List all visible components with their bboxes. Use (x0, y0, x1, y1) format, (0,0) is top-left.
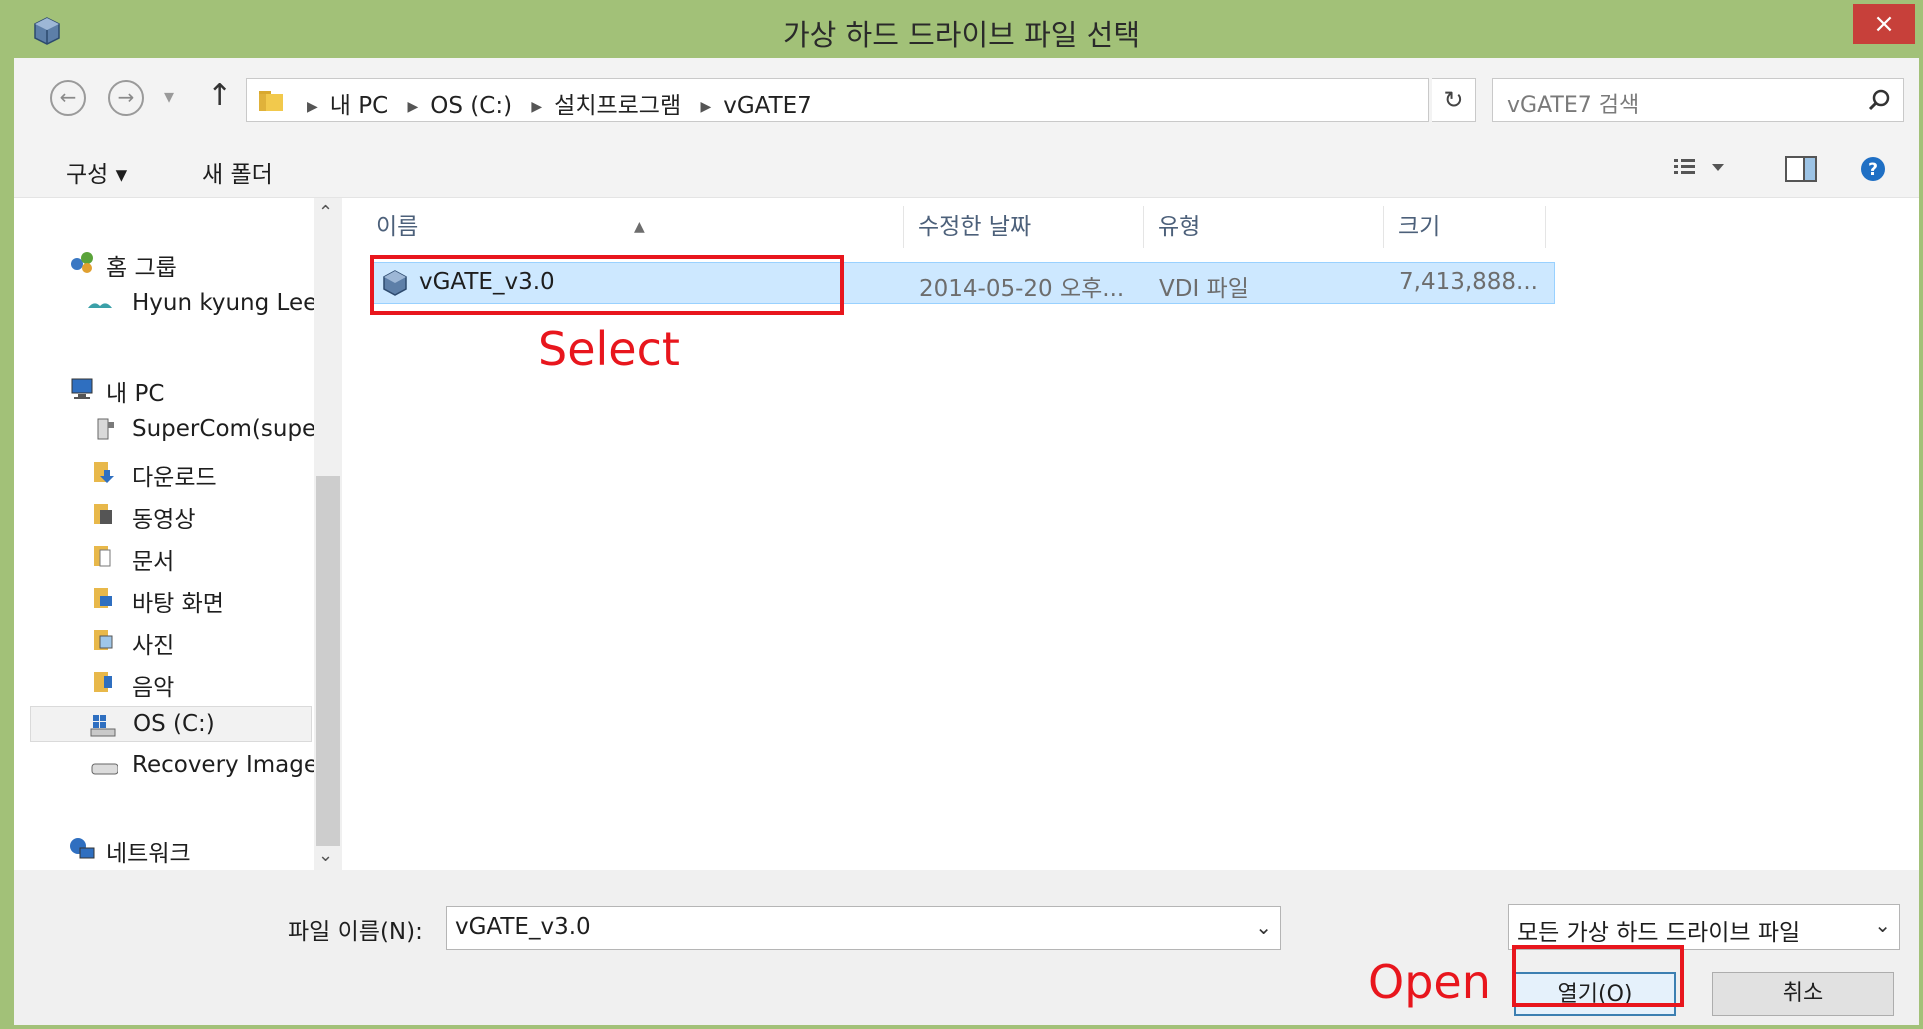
nav-item-network[interactable]: 네트워크 (14, 830, 314, 866)
sort-ascending-icon: ▲ (634, 219, 645, 235)
network-drive-icon (97, 418, 114, 440)
nav-item-desktop[interactable]: 바탕 화면 (14, 580, 314, 616)
chevron-down-icon[interactable]: ⌄ (1255, 915, 1272, 939)
file-type: VDI 파일 (1159, 276, 1249, 302)
nav-item-music[interactable]: 음악 (14, 664, 314, 700)
homegroup-icon (71, 252, 93, 273)
videos-folder-icon (94, 504, 112, 524)
nav-item-label: 사진 (132, 633, 175, 658)
title-bar[interactable]: 가상 하드 드라이브 파일 선택 × (0, 0, 1923, 58)
column-label: 이름 (376, 214, 419, 240)
breadcrumb: ▶ 내 PC ▶ OS (C:) ▶ 설치프로그램 ▶ vGATE7 (295, 86, 812, 120)
new-folder-button[interactable]: 새 폴더 (202, 155, 273, 189)
chevron-up-icon[interactable]: ⌃ (318, 202, 333, 223)
nav-item-recovery[interactable]: Recovery Image (14, 748, 314, 784)
file-dialog-window: 가상 하드 드라이브 파일 선택 × ← → ▾ ↑ ▶ 내 PC ▶ OS (C:… (0, 0, 1923, 1029)
scrollbar-thumb[interactable] (316, 476, 340, 846)
chevron-down-icon[interactable]: ⌄ (318, 845, 333, 866)
music-folder-icon (94, 672, 112, 692)
chevron-right-icon: ▶ (407, 99, 419, 115)
nav-item-label: 바탕 화면 (132, 591, 224, 616)
breadcrumb-item[interactable]: OS (C:) (430, 93, 512, 119)
nav-item-user[interactable]: Hyun kyung Lee (14, 286, 314, 322)
nav-item-homegroup[interactable]: 홈 그룹 (14, 244, 314, 280)
forward-button[interactable]: → (108, 80, 144, 116)
file-type-filter[interactable]: 모든 가상 하드 드라이브 파일 ⌄ (1508, 904, 1900, 950)
folder-icon (259, 91, 283, 111)
window-title: 가상 하드 드라이브 파일 선택 (782, 18, 1141, 52)
filter-value: 모든 가상 하드 드라이브 파일 (1517, 920, 1801, 946)
up-button[interactable]: ↑ (207, 78, 232, 113)
network-icon (70, 838, 95, 859)
svg-text:?: ? (1868, 160, 1878, 180)
back-button[interactable]: ← (50, 80, 86, 116)
nav-item-label: 문서 (132, 549, 175, 574)
select-annotation-label: Select (538, 322, 680, 376)
drive-icon (90, 715, 116, 737)
search-icon[interactable] (1867, 87, 1893, 113)
open-annotation-label: Open (1368, 955, 1491, 1009)
select-annotation-box (370, 255, 844, 315)
column-header-size[interactable]: 크기 (1386, 206, 1546, 248)
column-header-modified[interactable]: 수정한 날짜 (906, 206, 1144, 248)
search-placeholder: vGATE7 검색 (1507, 93, 1640, 118)
filename-field[interactable]: vGATE_v3.0 ⌄ (446, 906, 1281, 950)
open-annotation-box (1512, 945, 1684, 1007)
help-icon[interactable]: ? (1858, 154, 1888, 184)
nav-item-label: 네트워크 (106, 841, 191, 866)
address-bar[interactable]: ▶내 PC ▶OS (C:) ▶설치프로그램 ▶vGATE7 ⌄ (246, 78, 1638, 122)
nav-item-label: 홈 그룹 (106, 255, 177, 280)
view-options-icon[interactable] (1672, 154, 1732, 184)
nav-item-documents[interactable]: 문서 (14, 538, 314, 574)
navigation-pane: 홈 그룹 Hyun kyung Lee 내 PC SuperCom(super … (14, 198, 342, 870)
computer-icon (71, 378, 93, 399)
nav-item-label: Recovery Image (132, 752, 314, 778)
filename-label: 파일 이름(N): (288, 919, 423, 945)
nav-item-downloads[interactable]: 다운로드 (14, 454, 314, 490)
preview-pane-icon[interactable] (1784, 154, 1818, 184)
organize-button[interactable]: 구성 ▾ (66, 155, 127, 189)
address-row: ← → ▾ ↑ ▶내 PC ▶OS (C:) ▶설치프로그램 ▶vGATE7 ⌄… (14, 58, 1919, 140)
file-modified: 2014-05-20 오후... (919, 276, 1125, 302)
file-size: 7,413,888... (1399, 269, 1538, 295)
search-box[interactable]: vGATE7 검색 (1492, 78, 1904, 122)
nav-item-this-pc[interactable]: 내 PC (14, 370, 314, 406)
breadcrumb-item[interactable]: 설치프로그램 (554, 93, 681, 119)
filename-value: vGATE_v3.0 (455, 914, 591, 940)
nav-item-label: Hyun kyung Lee (132, 290, 314, 316)
nav-item-label: 내 PC (106, 381, 165, 406)
nav-item-label: 다운로드 (132, 465, 217, 490)
breadcrumb-item[interactable]: 내 PC (330, 93, 388, 119)
drive-icon (91, 763, 118, 775)
nav-item-label: 음악 (132, 675, 175, 700)
documents-folder-icon (94, 546, 111, 567)
column-header-name[interactable]: 이름 ▲ (344, 206, 904, 248)
nav-item-supercom[interactable]: SuperCom(super (14, 412, 314, 448)
pictures-folder-icon (94, 630, 113, 650)
nav-item-videos[interactable]: 동영상 (14, 496, 314, 532)
chevron-down-icon[interactable]: ⌄ (1874, 913, 1891, 937)
column-header-type[interactable]: 유형 (1146, 206, 1384, 248)
chevron-right-icon: ▶ (531, 99, 543, 115)
chevron-right-icon: ▶ (700, 99, 712, 115)
close-button[interactable]: × (1853, 4, 1915, 44)
downloads-folder-icon (94, 462, 114, 483)
refresh-button[interactable]: ↻ (1432, 78, 1476, 122)
recent-locations-dropdown[interactable]: ▾ (164, 84, 174, 108)
nav-item-label: SuperCom(super (132, 416, 314, 442)
dialog-client: ← → ▾ ↑ ▶ 내 PC ▶ OS (C:) ▶ 설치프로그램 ▶ vGATE7 ⌄… (14, 58, 1919, 1025)
breadcrumb-item[interactable]: vGATE7 (723, 93, 812, 119)
command-toolbar: 구성 ▾ 새 폴더 ? (14, 140, 1919, 198)
nav-item-os-c[interactable]: OS (C:) (30, 706, 312, 742)
nav-item-pictures[interactable]: 사진 (14, 622, 314, 658)
chevron-right-icon: ▶ (307, 99, 318, 115)
nav-item-label: 동영상 (132, 507, 196, 532)
nav-scrollbar[interactable]: ⌃ ⌄ (314, 198, 342, 870)
cancel-button[interactable]: 취소 (1712, 972, 1894, 1016)
nav-item-label: OS (C:) (133, 711, 215, 737)
user-icon (88, 303, 112, 308)
desktop-folder-icon (94, 588, 112, 608)
